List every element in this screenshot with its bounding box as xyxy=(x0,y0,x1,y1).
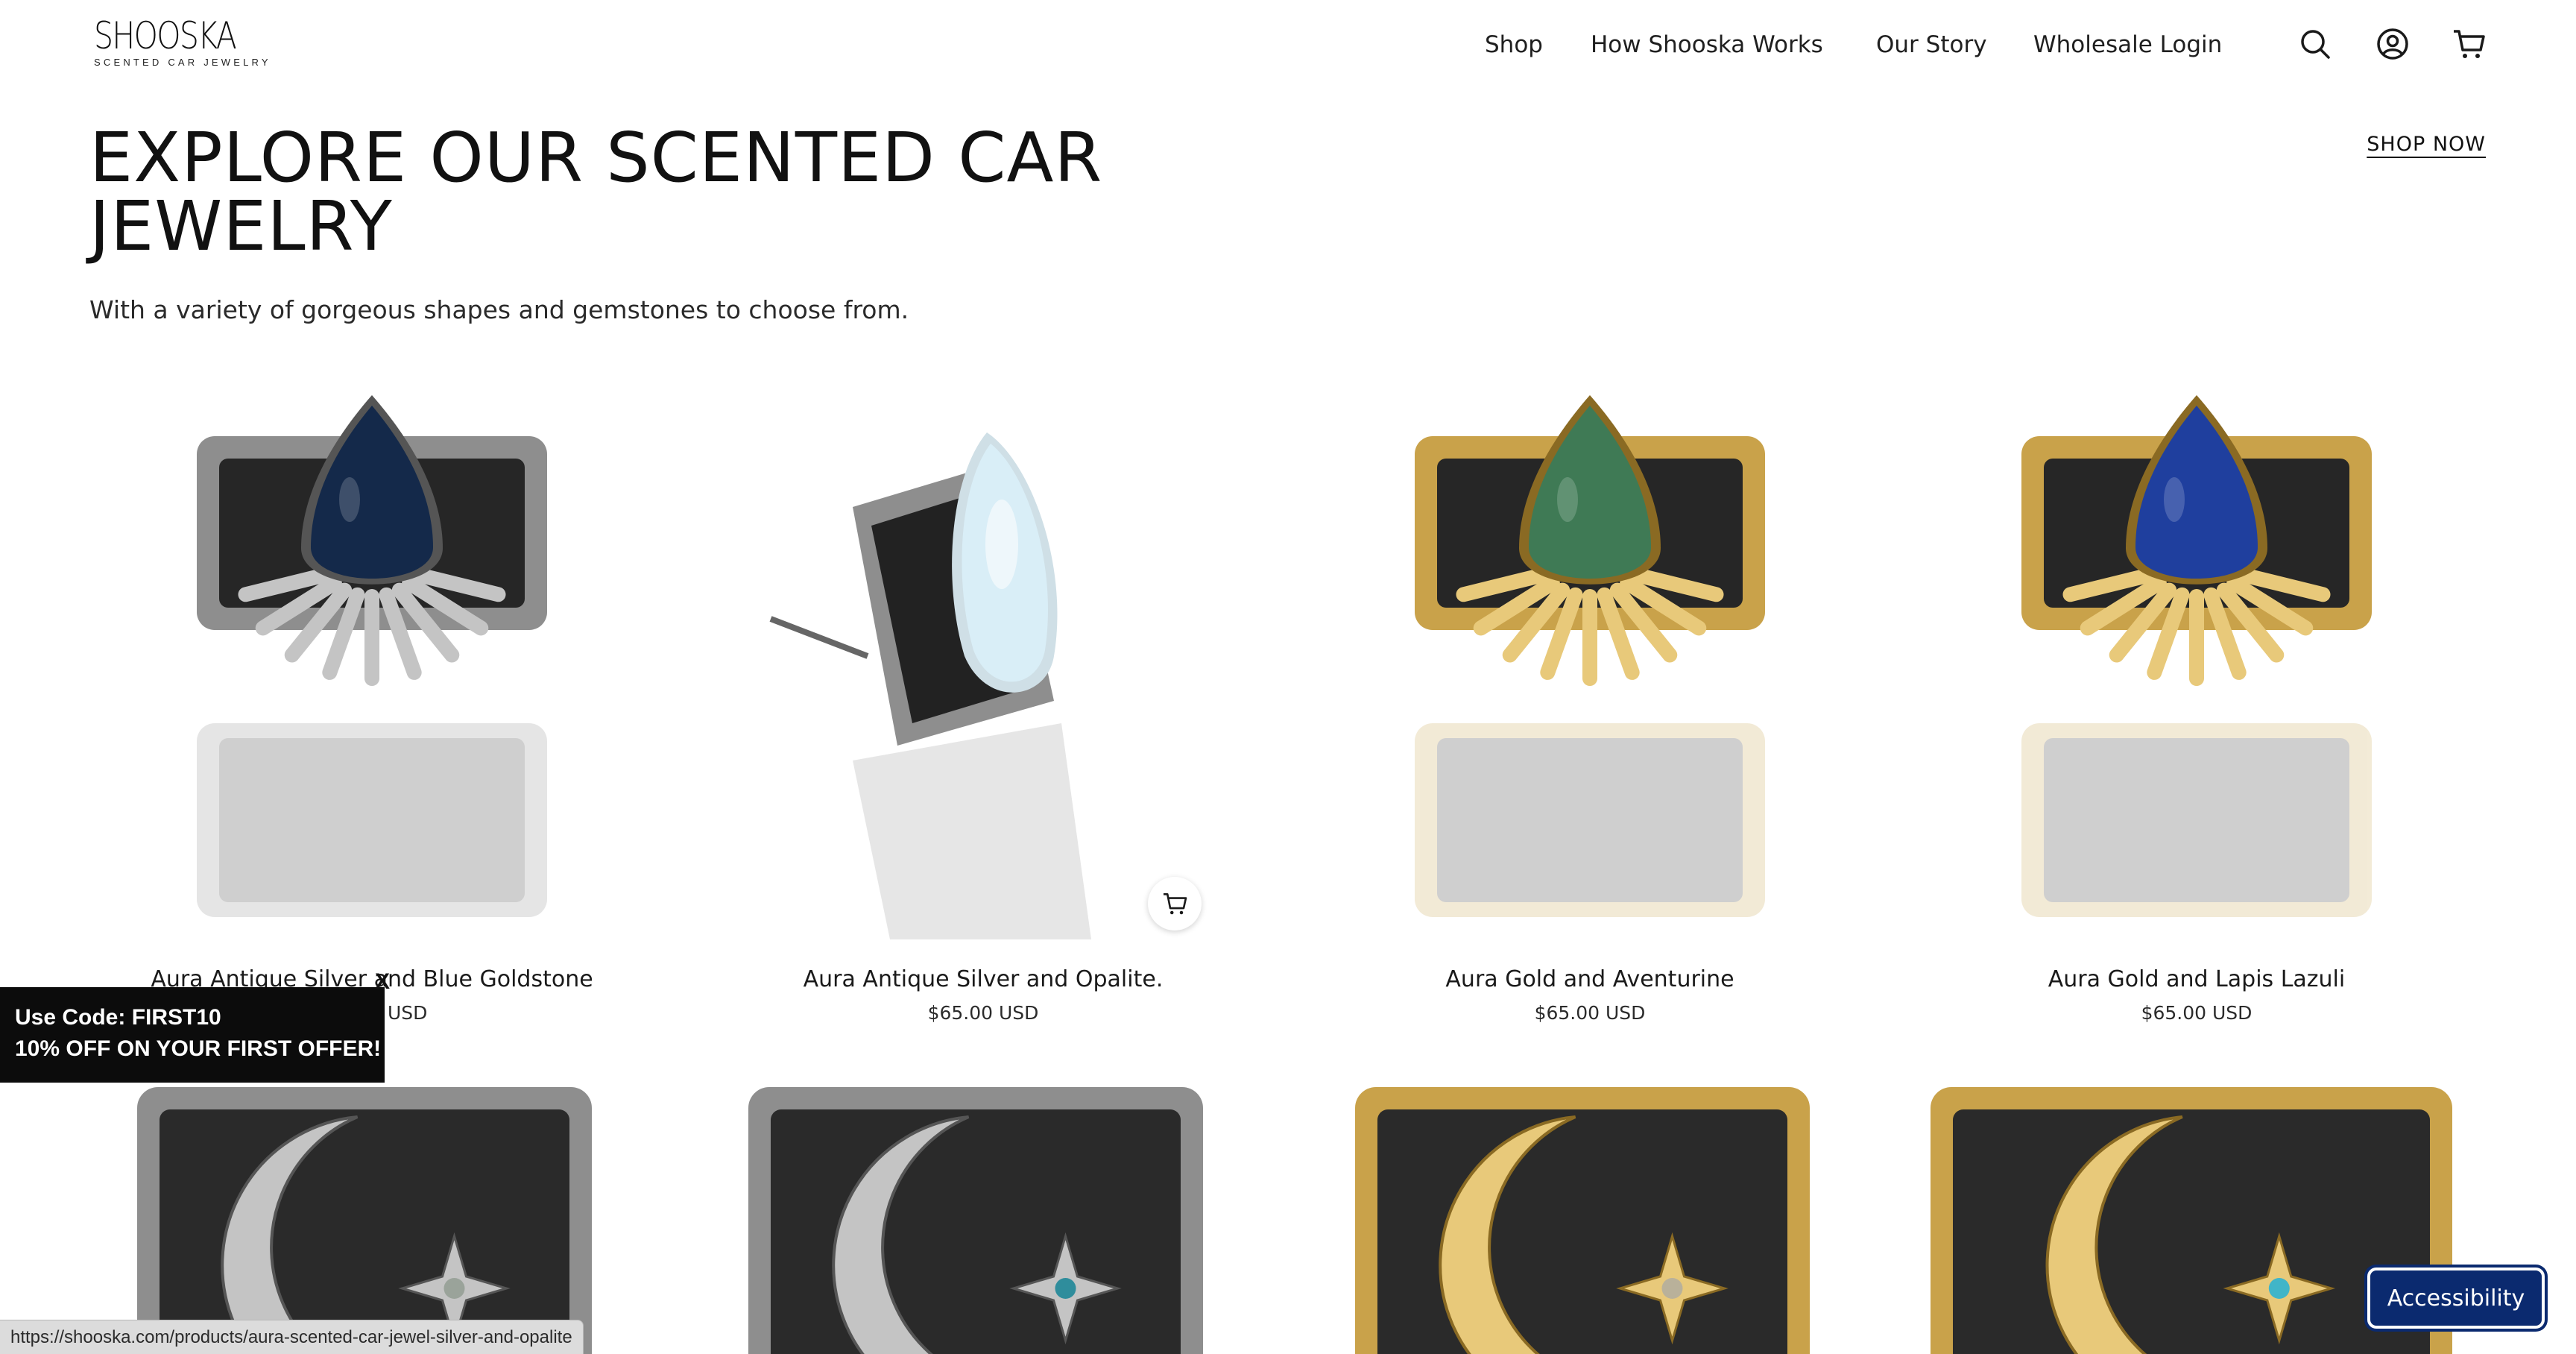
product-image[interactable] xyxy=(1348,373,1832,951)
brand-logo[interactable]: SHOOSKA SCENTED CAR JEWELRY xyxy=(94,16,273,75)
product-jewel-illustration xyxy=(2021,395,2372,917)
nav-link-wholesale-login[interactable]: Wholesale Login xyxy=(2033,31,2222,58)
brand-name: SHOOSKA xyxy=(94,14,237,57)
cart-icon xyxy=(1164,892,1187,915)
promo-offer-text: 10% OFF ON YOUR FIRST OFFER! xyxy=(15,1036,382,1061)
nav-link-shop[interactable]: Shop xyxy=(1485,31,1543,58)
product-image[interactable] xyxy=(1954,373,2439,951)
shop-now-link[interactable]: SHOP NOW xyxy=(2367,133,2486,156)
product-price: $65.00 USD xyxy=(1534,1002,1646,1024)
product-title[interactable]: Aura Gold and Lapis Lazuli xyxy=(1954,966,2439,992)
cart-icon xyxy=(2454,30,2485,58)
product-price: $65.00 USD xyxy=(927,1002,1039,1024)
product-image[interactable] xyxy=(130,1080,614,1354)
product-image[interactable] xyxy=(741,1080,1225,1354)
accessibility-button[interactable]: Accessibility xyxy=(2367,1268,2545,1329)
product-card[interactable] xyxy=(741,1080,1225,1354)
product-card[interactable] xyxy=(130,1080,614,1354)
product-card[interactable] xyxy=(1348,1080,1832,1354)
promo-close-button[interactable]: X xyxy=(370,969,395,995)
product-jewel-illustration xyxy=(769,432,1091,939)
product-image[interactable] xyxy=(1348,1080,1832,1354)
search-button[interactable] xyxy=(2294,22,2337,66)
search-icon xyxy=(2301,30,2330,59)
promo-banner[interactable]: Use Code: FIRST10 10% OFF ON YOUR FIRST … xyxy=(0,987,385,1083)
nav-link-our-story[interactable]: Our Story xyxy=(1876,31,1987,58)
product-price: $65.00 USD xyxy=(2141,1002,2253,1024)
quick-add-button[interactable] xyxy=(1148,877,1202,931)
page-subtitle: With a variety of gorgeous shapes and ge… xyxy=(89,295,909,324)
page-title-line-1: EXPLORE OUR SCENTED CAR xyxy=(89,118,1103,198)
nav-link-how-it-works[interactable]: How Shooska Works xyxy=(1591,31,1823,58)
brand-tagline: SCENTED CAR JEWELRY xyxy=(94,57,271,68)
page-title: EXPLORE OUR SCENTED CAR JEWELRY xyxy=(89,124,1282,261)
cart-button[interactable] xyxy=(2447,22,2490,66)
product-title[interactable]: Aura Gold and Aventurine xyxy=(1348,966,1832,992)
account-icon xyxy=(2377,28,2408,60)
product-image[interactable] xyxy=(741,373,1225,951)
promo-code-text: Use Code: FIRST10 xyxy=(15,1005,221,1030)
account-button[interactable] xyxy=(2371,22,2414,66)
status-bar-url: https://shooska.com/products/aura-scente… xyxy=(0,1320,584,1354)
product-jewel-illustration xyxy=(197,395,547,917)
product-jewel-illustration xyxy=(1415,395,1765,917)
product-title[interactable]: Aura Antique Silver and Opalite. xyxy=(741,966,1225,992)
site-header: SHOOSKA SCENTED CAR JEWELRY Shop How Sho… xyxy=(0,0,2576,89)
page-title-line-2: JEWELRY xyxy=(89,186,393,266)
product-image[interactable] xyxy=(130,373,614,951)
